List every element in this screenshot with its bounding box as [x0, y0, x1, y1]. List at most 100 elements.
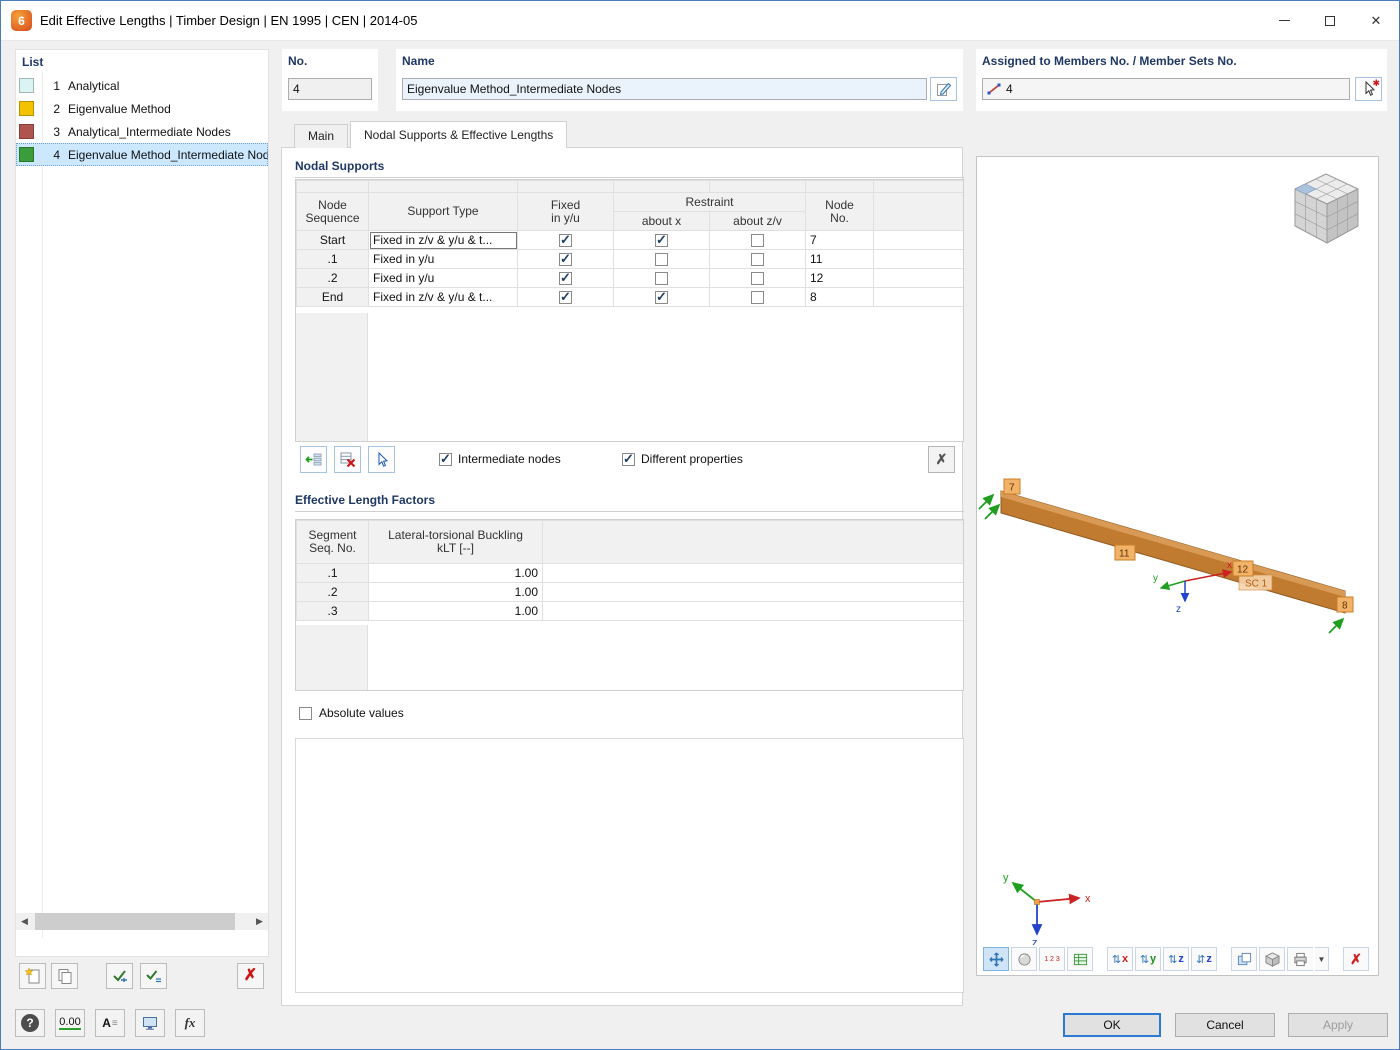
view-in-x-button[interactable]: ⇅x [1107, 947, 1133, 971]
check-all-button[interactable] [140, 963, 167, 989]
scroll-left-arrow[interactable]: ◀ [16, 913, 33, 930]
node-no-cell[interactable]: 7 [806, 231, 874, 250]
support-type-cell[interactable]: Fixed in y/u [369, 250, 518, 269]
about-zv-checkbox[interactable] [751, 272, 764, 285]
close-button[interactable]: ✕ [1353, 1, 1399, 40]
scrollbar-track[interactable] [33, 913, 251, 930]
tab-main[interactable]: Main [294, 124, 348, 148]
about-zv-cell[interactable] [710, 288, 806, 307]
edit-name-button[interactable] [930, 77, 957, 101]
node-flag-11[interactable]: 11 [1115, 545, 1135, 560]
different-properties-checkbox[interactable] [622, 453, 635, 466]
cancel-button[interactable]: Cancel [1175, 1013, 1275, 1037]
insert-row-button[interactable] [300, 446, 327, 473]
navigation-cube-icon[interactable] [1295, 174, 1358, 243]
support-type-cell[interactable]: Fixed in z/v & y/u & t... [369, 288, 518, 307]
list-item-eigenvalue-method[interactable]: 2 Eigenvalue Method [16, 97, 268, 120]
formula-button[interactable]: fx [175, 1009, 205, 1037]
about-x-cell[interactable] [614, 269, 710, 288]
view-in-z-button[interactable]: ⇅z [1163, 947, 1189, 971]
select-node-button[interactable] [368, 446, 395, 473]
fixed-yu-checkbox[interactable] [559, 272, 572, 285]
about-zv-checkbox[interactable] [751, 291, 764, 304]
about-zv-checkbox[interactable] [751, 234, 764, 247]
name-field[interactable]: Eigenvalue Method_Intermediate Nodes [402, 78, 927, 100]
pan-zoom-button[interactable] [983, 947, 1009, 971]
fixed-yu-cell[interactable] [518, 288, 614, 307]
absolute-values-option[interactable]: Absolute values [299, 706, 404, 720]
node-no-cell[interactable]: 11 [806, 250, 874, 269]
rendering-mode-button[interactable] [1011, 947, 1037, 971]
maximize-button[interactable] [1307, 1, 1353, 40]
scrollbar-thumb[interactable] [35, 913, 235, 930]
timber-beam[interactable] [1001, 491, 1345, 613]
fixed-yu-checkbox[interactable] [559, 234, 572, 247]
clear-supports-button[interactable]: ✗ [928, 446, 955, 473]
about-x-cell[interactable] [614, 231, 710, 250]
absolute-values-checkbox[interactable] [299, 707, 312, 720]
list-horizontal-scrollbar[interactable]: ◀ ▶ [16, 913, 268, 930]
intermediate-nodes-option[interactable]: Intermediate nodes [439, 452, 561, 466]
ok-button[interactable]: OK [1063, 1013, 1161, 1037]
select-members-button[interactable]: ✱ [1355, 77, 1382, 101]
list-item-analytical[interactable]: 1 Analytical [16, 74, 268, 97]
visibility-button[interactable] [1231, 947, 1257, 971]
node-flag-12[interactable]: 12 [1233, 561, 1253, 576]
about-x-checkbox[interactable] [655, 272, 668, 285]
about-zv-cell[interactable] [710, 269, 806, 288]
view-in-y-button[interactable]: ⇅y [1135, 947, 1161, 971]
apply-button[interactable]: Apply [1288, 1013, 1388, 1037]
node-no-cell[interactable]: 12 [806, 269, 874, 288]
about-x-checkbox[interactable] [655, 291, 668, 304]
fixed-yu-checkbox[interactable] [559, 253, 572, 266]
delete-entry-button[interactable]: ✗ [237, 963, 264, 989]
tab-nodal-supports[interactable]: Nodal Supports & Effective Lengths [350, 121, 567, 148]
intermediate-nodes-checkbox[interactable] [439, 453, 452, 466]
no-field[interactable]: 4 [288, 78, 372, 100]
delete-row-button[interactable] [334, 446, 361, 473]
copy-entry-button[interactable] [51, 963, 78, 989]
reset-view-button[interactable]: ✗ [1343, 947, 1369, 971]
view-in-minus-z-button[interactable]: ⇵z [1191, 947, 1217, 971]
col-node-no: NodeNo. [806, 193, 874, 231]
node-flag-7[interactable]: 7 [1004, 479, 1020, 494]
node-flag-8[interactable]: 8 [1337, 597, 1353, 612]
about-zv-cell[interactable] [710, 231, 806, 250]
fixed-yu-checkbox[interactable] [559, 291, 572, 304]
numbering-button[interactable]: 1 2 3 [1039, 947, 1065, 971]
fixed-yu-cell[interactable] [518, 250, 614, 269]
klt-cell[interactable]: 1.00 [369, 583, 543, 602]
print-dropdown-arrow[interactable]: ▼ [1315, 947, 1329, 971]
about-zv-checkbox[interactable] [751, 253, 764, 266]
new-entry-button[interactable] [19, 963, 46, 989]
minimize-button[interactable] [1261, 1, 1307, 40]
about-zv-cell[interactable] [710, 250, 806, 269]
assigned-members-field[interactable]: 4 [982, 78, 1350, 100]
about-x-cell[interactable] [614, 288, 710, 307]
font-settings-button[interactable]: A≡ [95, 1009, 125, 1037]
display-settings-button[interactable] [135, 1009, 165, 1037]
fixed-yu-cell[interactable] [518, 231, 614, 250]
display-grid-icon [1073, 952, 1088, 967]
support-type-cell[interactable]: Fixed in z/v & y/u & t... [369, 231, 518, 250]
isometric-view-button[interactable] [1259, 947, 1285, 971]
about-x-checkbox[interactable] [655, 253, 668, 266]
scroll-right-arrow[interactable]: ▶ [251, 913, 268, 930]
display-properties-button[interactable] [1067, 947, 1093, 971]
list-item-analytical-intermediate[interactable]: 3 Analytical_Intermediate Nodes [16, 120, 268, 143]
klt-cell[interactable]: 1.00 [369, 602, 543, 621]
check-entry-button[interactable] [106, 963, 133, 989]
fixed-yu-cell[interactable] [518, 269, 614, 288]
different-properties-option[interactable]: Different properties [622, 452, 743, 466]
help-button[interactable]: ? [15, 1009, 45, 1037]
about-x-checkbox[interactable] [655, 234, 668, 247]
klt-cell[interactable]: 1.00 [369, 564, 543, 583]
support-type-cell[interactable]: Fixed in y/u [369, 269, 518, 288]
list-item-eigenvalue-intermediate[interactable]: 4 Eigenvalue Method_Intermediate Nodes [16, 143, 268, 166]
model-viewport[interactable]: x y z SC 1 7 11 12 8 [976, 156, 1379, 976]
about-x-cell[interactable] [614, 250, 710, 269]
units-settings-button[interactable]: 0.00 [55, 1009, 85, 1037]
print-button[interactable] [1287, 947, 1313, 971]
list-toolbar: ✗ [15, 963, 269, 991]
node-no-cell[interactable]: 8 [806, 288, 874, 307]
